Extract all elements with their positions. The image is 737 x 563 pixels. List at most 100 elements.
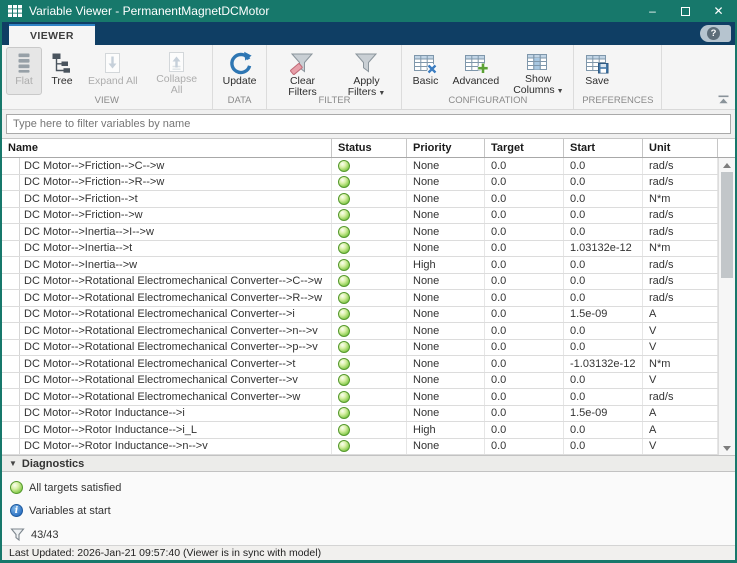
status-ok-icon [338,423,350,436]
status-ok-icon [338,407,350,420]
priority-cell: None [407,273,485,289]
status-ok-icon [338,192,350,205]
unit-cell: V [643,372,718,388]
ribbon-group-label: DATA [227,95,252,106]
diagnostic-label: 43/43 [31,528,59,541]
variable-name-cell: DC Motor-->Rotational Electromechanical … [20,306,332,322]
maximize-button[interactable] [669,0,702,22]
ribbon-group-filter: Clear Filters Apply Filters ▼ FILTER [267,45,403,109]
start-cell: 0.0 [564,438,643,454]
row-gutter [2,389,20,405]
status-cell [332,290,407,306]
minimize-button[interactable]: – [636,0,669,22]
priority-cell: None [407,323,485,339]
table-row[interactable]: DC Motor-->Rotor Inductance-->n-->v None 0… [2,438,718,455]
variable-filter-input[interactable] [6,114,731,134]
tab-viewer[interactable]: VIEWER [9,24,95,45]
table-row[interactable]: DC Motor-->Friction-->C-->w None 0.0 0.0 rad… [2,158,718,175]
column-header-start[interactable]: Start [564,139,643,157]
start-cell: 0.0 [564,273,643,289]
table-row[interactable]: DC Motor-->Friction-->t None 0.0 0.0 N*m [2,191,718,208]
target-cell: 0.0 [485,389,564,405]
save-button[interactable]: Save [578,47,616,95]
status-ok-icon [338,291,350,304]
unit-cell: rad/s [643,290,718,306]
status-ok-icon [338,275,350,288]
variable-name-cell: DC Motor-->Inertia-->w [20,257,332,273]
table-row[interactable]: DC Motor-->Friction-->w None 0.0 0.0 rad/s [2,207,718,224]
title-bar[interactable]: Variable Viewer - PermanentMagnetDCMotor… [2,0,735,22]
table-row[interactable]: DC Motor-->Rotor Inductance-->i None 0.0 1.… [2,405,718,422]
close-button[interactable]: ✕ [702,0,735,22]
collapse-ribbon-button[interactable] [718,95,729,104]
unit-cell: rad/s [643,174,718,190]
start-cell: 0.0 [564,207,643,223]
start-cell: 1.5e-09 [564,405,643,421]
tree-button[interactable]: Tree [44,47,80,95]
table-row[interactable]: DC Motor-->Rotational Electromechanical … [2,323,718,340]
basic-button[interactable]: Basic [406,47,444,95]
update-button[interactable]: Update [217,47,263,95]
target-cell: 0.0 [485,191,564,207]
unit-cell: A [643,422,718,438]
table-row[interactable]: DC Motor-->Rotational Electromechanical … [2,389,718,406]
table-header-row: Name Status Priority Target Start Unit [2,138,735,158]
column-header-target[interactable]: Target [485,139,564,157]
column-header-unit[interactable]: Unit [643,139,718,157]
diagnostics-header[interactable]: ▼ Diagnostics [2,455,735,472]
status-bar: Last Updated: 2026-Jan-21 09:57:40 (View… [2,545,735,560]
variable-name-cell: DC Motor-->Friction-->t [20,191,332,207]
row-gutter [2,158,20,174]
clear-filters-button[interactable]: Clear Filters [271,47,333,97]
target-cell: 0.0 [485,240,564,256]
variable-name-cell: DC Motor-->Rotational Electromechanical … [20,389,332,405]
variable-name-cell: DC Motor-->Inertia-->t [20,240,332,256]
status-ok-icon [338,258,350,271]
info-icon: i [10,504,23,517]
apply-filters-button[interactable]: Apply Filters ▼ [335,47,397,97]
target-cell: 0.0 [485,356,564,372]
table-row[interactable]: DC Motor-->Rotor Inductance-->i_L High 0.0… [2,422,718,439]
button-label: Show Columns ▼ [513,73,564,96]
priority-cell: None [407,339,485,355]
table-row[interactable]: DC Motor-->Rotational Electromechanical … [2,356,718,373]
scrollbar-thumb[interactable] [721,172,733,278]
help-button[interactable]: ? [700,25,731,42]
scroll-down-button[interactable] [719,441,735,455]
dropdown-arrow-icon: ▼ [556,87,564,95]
table-row[interactable]: DC Motor-->Inertia-->t None 0.0 1.03132e-12… [2,240,718,257]
table-row[interactable]: DC Motor-->Inertia-->I-->w None 0.0 0.0 rad/… [2,224,718,241]
row-gutter [2,257,20,273]
row-gutter [2,224,20,240]
priority-cell: None [407,174,485,190]
column-header-spacer [718,139,735,157]
table-row[interactable]: DC Motor-->Rotational Electromechanical … [2,290,718,307]
diagnostic-item: i Variables at start [10,504,735,517]
show-columns-button[interactable]: Show Columns ▼ [507,47,569,95]
table-row[interactable]: DC Motor-->Rotational Electromechanical … [2,339,718,356]
table-row[interactable]: DC Motor-->Rotational Electromechanical … [2,372,718,389]
status-ok-icon [10,481,23,494]
diagnostic-item: 43/43 [10,527,735,542]
button-label: Tree [51,75,73,87]
column-header-priority[interactable]: Priority [407,139,485,157]
start-cell: 0.0 [564,224,643,240]
row-gutter [2,339,20,355]
scroll-up-button[interactable] [719,158,735,172]
vertical-scrollbar[interactable] [718,158,735,455]
advanced-button[interactable]: Advanced [446,47,505,95]
status-ok-icon [338,242,350,255]
status-cell [332,405,407,421]
table-row[interactable]: DC Motor-->Inertia-->w High 0.0 0.0 rad/s [2,257,718,274]
table-row[interactable]: DC Motor-->Rotational Electromechanical … [2,306,718,323]
ribbon-toolbar: Flat Tree Expand All Collapse All VIEW Update… [2,45,735,110]
table-row[interactable]: DC Motor-->Friction-->R-->w None 0.0 0.0 rad… [2,174,718,191]
status-cell [332,339,407,355]
target-cell: 0.0 [485,372,564,388]
diagnostics-panel: All targets satisfied i Variables at start… [2,472,735,545]
column-header-name[interactable]: Name [2,139,332,157]
start-cell: 0.0 [564,372,643,388]
variable-name-cell: DC Motor-->Rotor Inductance-->n-->v [20,438,332,454]
column-header-status[interactable]: Status [332,139,407,157]
table-row[interactable]: DC Motor-->Rotational Electromechanical … [2,273,718,290]
